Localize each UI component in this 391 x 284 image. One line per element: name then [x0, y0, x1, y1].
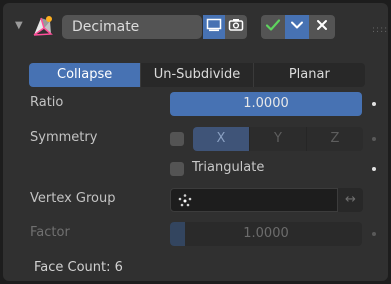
decimate-modifier-panel: ▼ Decimate:::: Collapse Un-Subdivide Pl…: [3, 3, 388, 281]
triangulate-label[interactable]: Triangulate: [192, 160, 264, 175]
factor-label: Factor: [30, 225, 70, 240]
close-icon: [316, 19, 328, 35]
factor-value: 1.0000: [243, 226, 289, 241]
symmetry-label: Symmetry: [30, 130, 98, 145]
edit-mode-display-icon: [206, 18, 222, 36]
render-camera-icon: [228, 18, 244, 36]
apply-check-icon: [265, 18, 281, 36]
tab-planar[interactable]: Planar: [252, 63, 365, 87]
factor-slider[interactable]: 1.0000: [170, 222, 362, 246]
ratio-keyframe-dot[interactable]: [372, 102, 376, 106]
ratio-slider[interactable]: 1.0000: [170, 92, 362, 116]
symmetry-axis-z[interactable]: Z: [306, 127, 363, 151]
invert-arrows-icon: ↔: [345, 192, 356, 207]
face-count-readout: Face Count: 6: [34, 260, 123, 275]
symmetry-axis-selector: X Y Z: [193, 127, 363, 151]
triangulate-checkbox[interactable]: [170, 162, 184, 176]
collapse-arrow-icon[interactable]: ▼: [15, 20, 23, 31]
vertex-group-search-field[interactable]: [170, 188, 338, 212]
symmetry-checkbox[interactable]: [170, 132, 184, 146]
symmetry-axis-y[interactable]: Y: [249, 127, 306, 151]
tab-un-subdivide[interactable]: Un-Subdivide: [140, 63, 253, 87]
show-in-edit-mode-toggle[interactable]: [203, 15, 225, 39]
symmetry-axis-x[interactable]: X: [193, 127, 249, 151]
vertex-group-label: Vertex Group: [30, 191, 116, 206]
apply-button[interactable]: [261, 15, 285, 39]
vertex-group-icon: [177, 193, 193, 213]
show-in-render-toggle[interactable]: [225, 15, 247, 39]
decimate-modifier-icon: [29, 14, 55, 40]
modifier-name-input[interactable]: Decimate: [62, 15, 202, 39]
factor-slider-fill: [170, 222, 186, 246]
triangulate-keyframe-dot[interactable]: [372, 167, 376, 171]
modifier-header: ▼ Decimate::::: [9, 11, 388, 43]
ratio-label: Ratio: [30, 95, 64, 110]
factor-keyframe-dot[interactable]: [372, 232, 376, 236]
tab-collapse[interactable]: Collapse: [29, 63, 141, 87]
symmetry-keyframe-dot[interactable]: [372, 137, 376, 141]
drag-grip-icon[interactable]: ::::: [372, 25, 388, 35]
extra-options-dropdown[interactable]: [285, 15, 309, 39]
remove-modifier-button[interactable]: [309, 15, 335, 39]
decimate-mode-tabs: Collapse Un-Subdivide Planar: [29, 63, 365, 87]
dropdown-chevron-icon: [290, 19, 304, 35]
invert-vertex-group-button[interactable]: ↔: [338, 188, 363, 212]
